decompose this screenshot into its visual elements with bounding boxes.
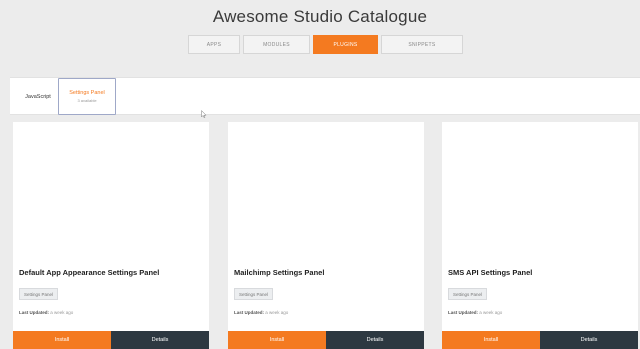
- tab-plugins[interactable]: PLUGINS: [313, 35, 378, 54]
- install-button[interactable]: Install: [442, 331, 540, 349]
- card-actions: Install Details: [13, 331, 209, 349]
- tab-snippets[interactable]: SNIPPETS: [381, 35, 463, 54]
- details-button[interactable]: Details: [326, 331, 424, 349]
- plugin-card: SMS API Settings Panel Settings Panel La…: [442, 122, 638, 349]
- filter-bar: JavaScript Settings Panel 3 available: [10, 77, 640, 115]
- card-title: Mailchimp Settings Panel: [234, 268, 325, 277]
- tab-modules[interactable]: MODULES: [243, 35, 310, 54]
- last-updated: Last Updated: a week ago: [234, 310, 288, 315]
- last-updated: Last Updated: a week ago: [448, 310, 502, 315]
- filter-label: Settings Panel: [69, 90, 105, 96]
- card-actions: Install Details: [228, 331, 424, 349]
- page-title: Awesome Studio Catalogue: [212, 7, 428, 26]
- plugin-card: Default App Appearance Settings Panel Se…: [13, 122, 209, 349]
- filter-settings-panel[interactable]: Settings Panel 3 available: [58, 78, 116, 115]
- category-tag: Settings Panel: [234, 288, 274, 300]
- plugin-card: Mailchimp Settings Panel Settings Panel …: [228, 122, 424, 349]
- filter-label: JavaScript: [25, 93, 51, 100]
- filter-javascript[interactable]: JavaScript: [16, 78, 60, 115]
- last-updated: Last Updated: a week ago: [19, 310, 73, 315]
- filter-count: 3 available: [77, 98, 97, 103]
- details-button[interactable]: Details: [111, 331, 209, 349]
- category-tag: Settings Panel: [448, 288, 488, 300]
- catalogue-tabs: APPS MODULES PLUGINS SNIPPETS: [188, 35, 463, 54]
- last-updated-value: a week ago: [265, 310, 289, 315]
- last-updated-value: a week ago: [479, 310, 503, 315]
- card-actions: Install Details: [442, 331, 638, 349]
- last-updated-label: Last Updated:: [448, 310, 479, 315]
- last-updated-label: Last Updated:: [19, 310, 50, 315]
- mouse-cursor-icon: [201, 110, 207, 118]
- last-updated-value: a week ago: [50, 310, 74, 315]
- card-title: Default App Appearance Settings Panel: [19, 268, 160, 277]
- category-tag: Settings Panel: [19, 288, 59, 300]
- install-button[interactable]: Install: [228, 331, 326, 349]
- install-button[interactable]: Install: [13, 331, 111, 349]
- details-button[interactable]: Details: [540, 331, 638, 349]
- last-updated-label: Last Updated:: [234, 310, 265, 315]
- card-title: SMS API Settings Panel: [448, 268, 533, 277]
- tab-apps[interactable]: APPS: [188, 35, 240, 54]
